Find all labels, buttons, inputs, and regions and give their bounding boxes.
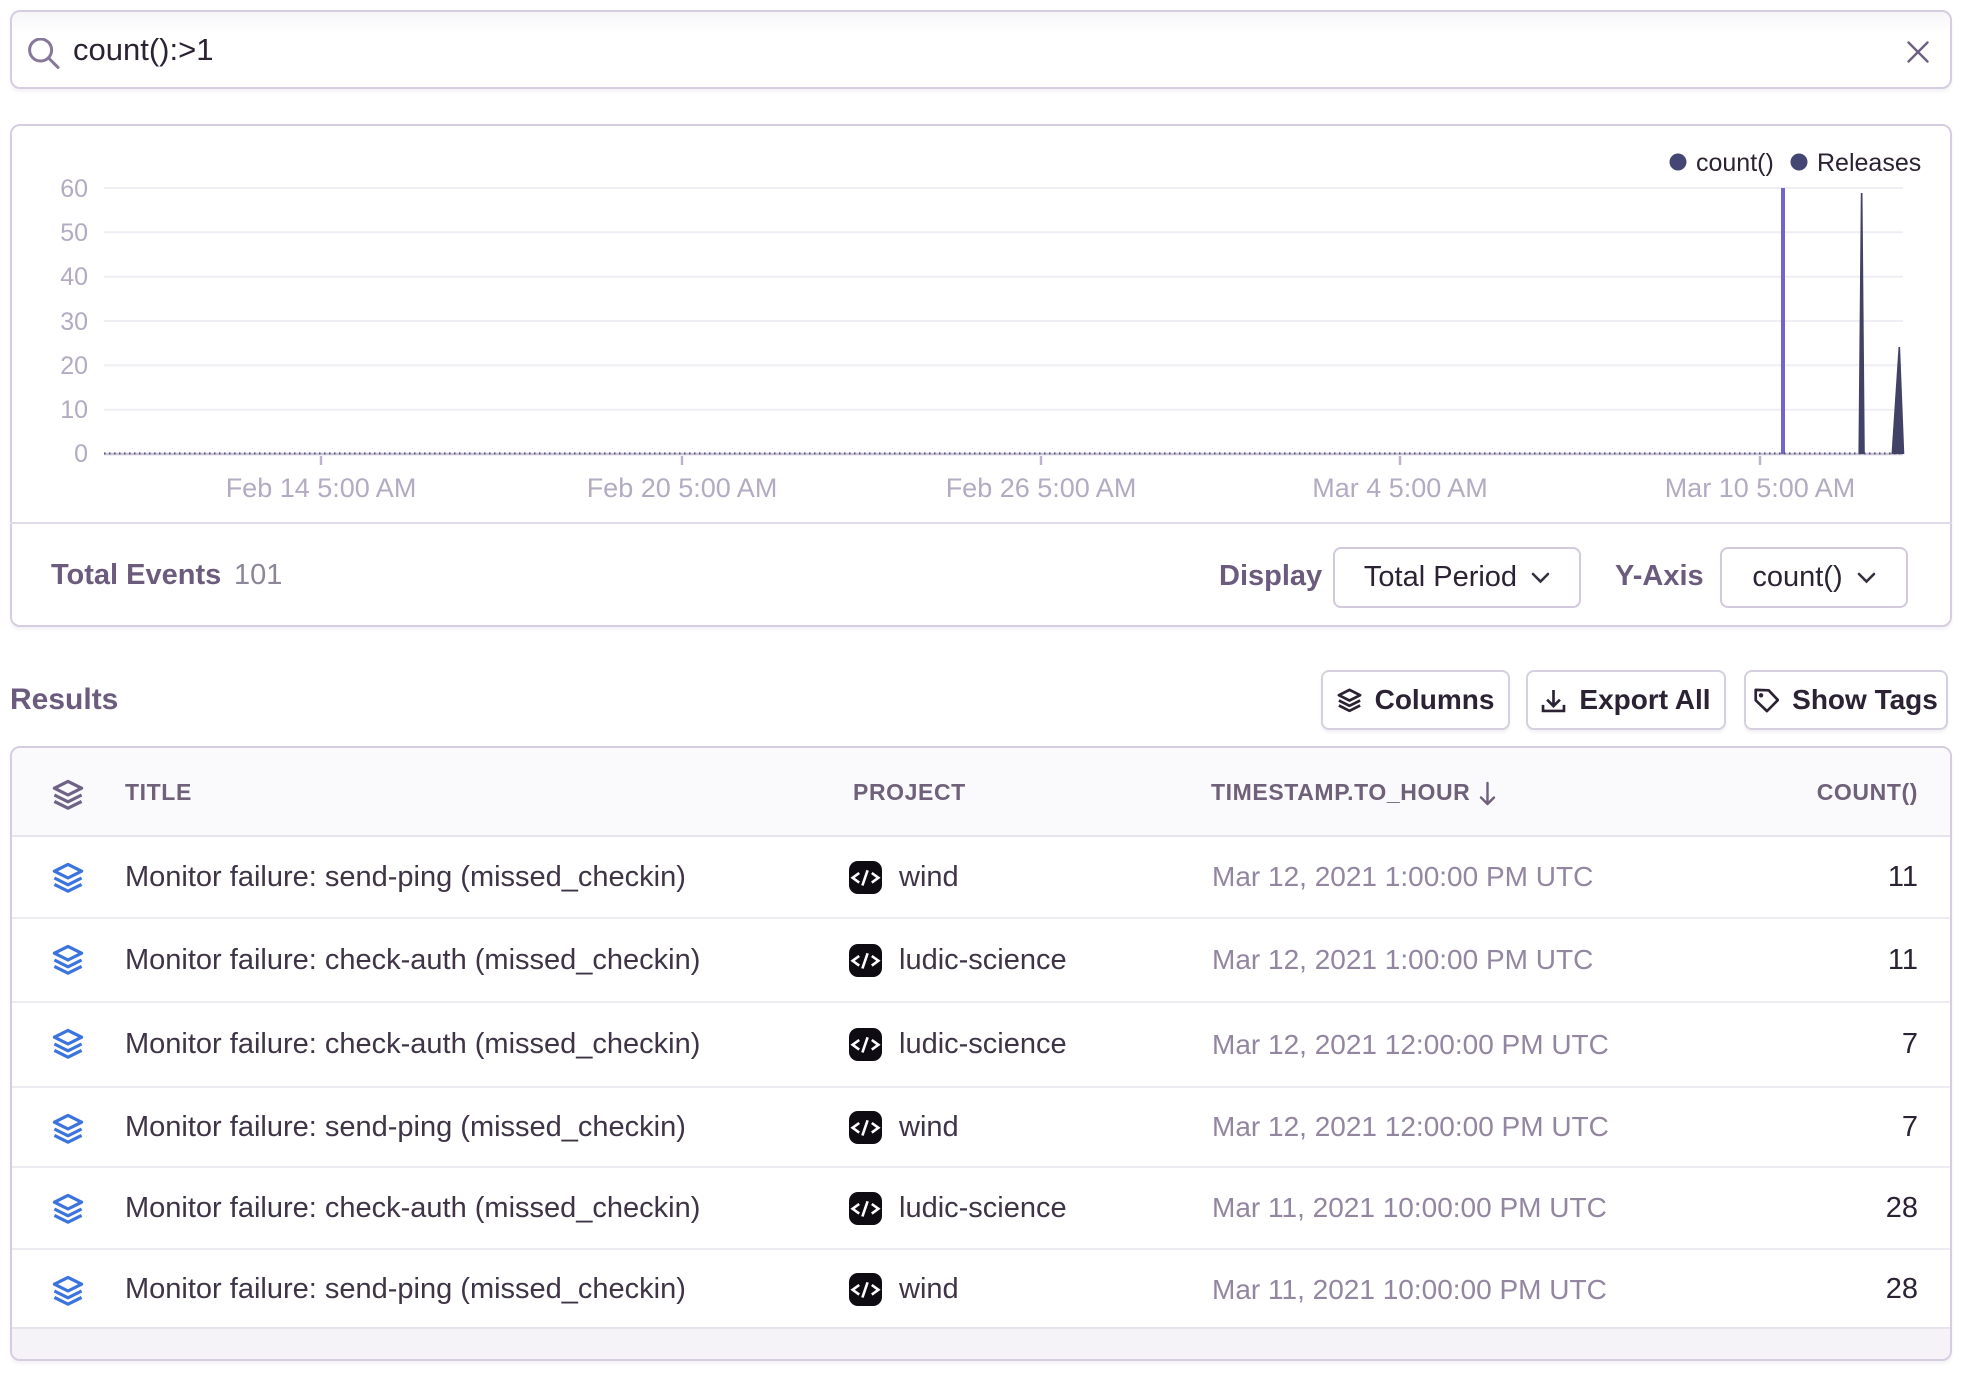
svg-text:50: 50 — [60, 219, 88, 247]
svg-text:10: 10 — [60, 396, 88, 424]
svg-text:20: 20 — [60, 352, 88, 380]
svg-text:Feb 20 5:00 AM: Feb 20 5:00 AM — [587, 473, 778, 503]
svg-text:40: 40 — [60, 263, 88, 291]
svg-text:Releases: Releases — [1817, 149, 1921, 177]
svg-text:Feb 26 5:00 AM: Feb 26 5:00 AM — [946, 473, 1137, 503]
svg-text:Mar 4 5:00 AM: Mar 4 5:00 AM — [1312, 473, 1488, 503]
svg-text:Feb 14 5:00 AM: Feb 14 5:00 AM — [226, 473, 417, 503]
svg-text:0: 0 — [74, 440, 88, 468]
svg-text:count(): count() — [1696, 149, 1774, 177]
svg-text:30: 30 — [60, 308, 88, 336]
svg-text:60: 60 — [60, 175, 88, 203]
svg-text:Mar 10 5:00 AM: Mar 10 5:00 AM — [1665, 473, 1856, 503]
